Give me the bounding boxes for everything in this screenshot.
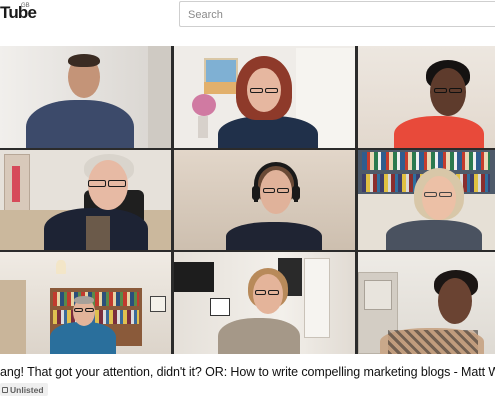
unlisted-icon bbox=[2, 386, 8, 393]
search-input[interactable] bbox=[188, 7, 488, 23]
search-box[interactable] bbox=[179, 1, 495, 27]
participant-tile-6 bbox=[358, 150, 495, 250]
logo-region-label: GB bbox=[21, 3, 30, 9]
participant-tile-3 bbox=[358, 46, 495, 148]
participant-tile-1 bbox=[0, 46, 171, 148]
participant-tile-7 bbox=[0, 252, 171, 354]
youtube-logo[interactable]: Tube bbox=[0, 3, 37, 23]
video-title: ang! That got your attention, didn't it?… bbox=[0, 365, 495, 379]
participant-tile-5 bbox=[174, 150, 355, 250]
participant-tile-2 bbox=[174, 46, 355, 148]
unlisted-badge: Unlisted bbox=[0, 383, 48, 396]
participant-tile-9 bbox=[358, 252, 495, 354]
masthead: Tube GB bbox=[0, 0, 495, 30]
unlisted-label: Unlisted bbox=[10, 384, 44, 395]
participant-tile-4 bbox=[0, 150, 171, 250]
video-player[interactable] bbox=[0, 46, 495, 354]
participant-tile-8 bbox=[174, 252, 355, 354]
